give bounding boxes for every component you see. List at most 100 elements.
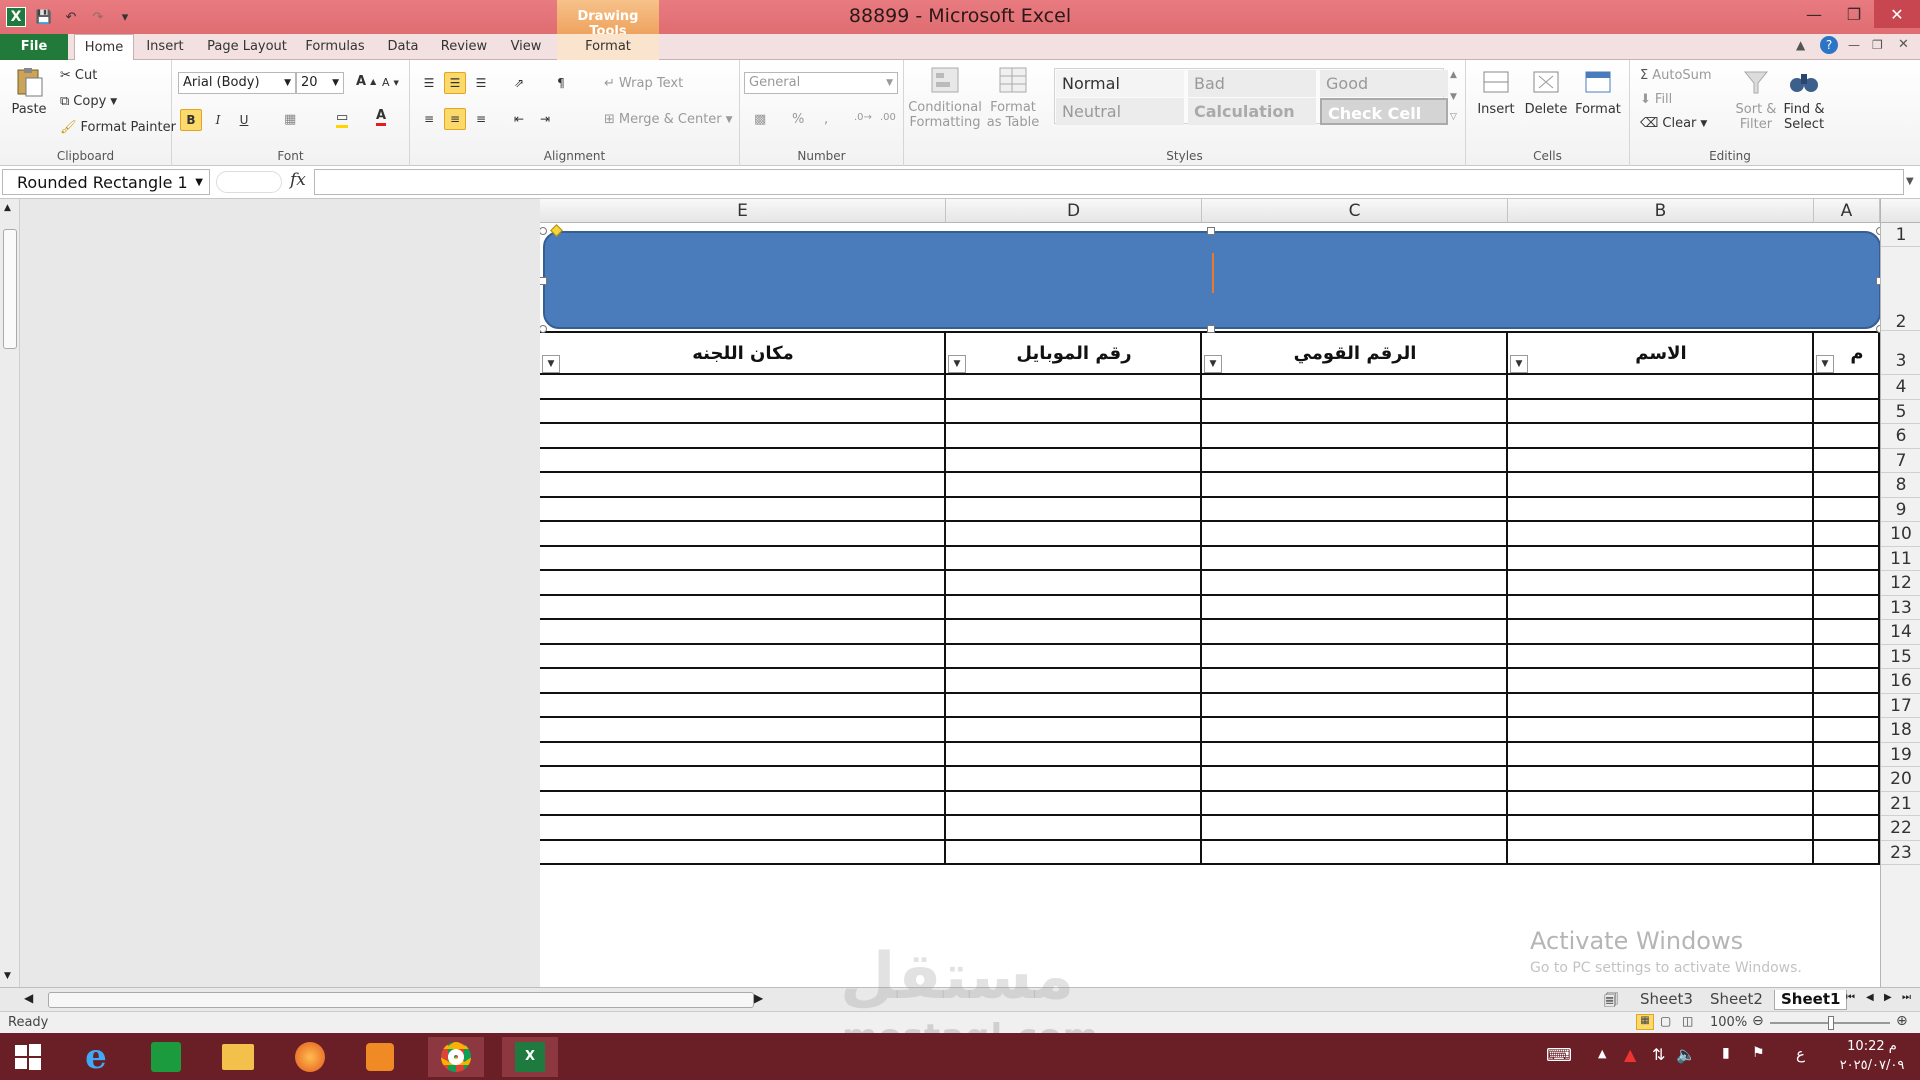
row-number[interactable]: 8 bbox=[1881, 473, 1920, 498]
table-cell[interactable] bbox=[540, 399, 946, 424]
prev-sheet-icon[interactable]: ◀ bbox=[1866, 992, 1874, 1003]
row-number[interactable]: 4 bbox=[1881, 375, 1920, 400]
decrease-decimal-icon[interactable]: .00 bbox=[880, 112, 896, 123]
zoom-slider-thumb[interactable] bbox=[1828, 1016, 1834, 1030]
shrink-font-icon[interactable]: A ▼ bbox=[382, 76, 399, 89]
workbook-minimize-icon[interactable]: — bbox=[1848, 38, 1860, 52]
table-cell[interactable] bbox=[1814, 497, 1880, 522]
grow-font-icon[interactable]: A ▲ bbox=[356, 74, 376, 89]
start-button[interactable] bbox=[0, 1037, 56, 1077]
table-cell[interactable] bbox=[1202, 448, 1508, 473]
format-as-table-button[interactable]: Format as Table bbox=[984, 64, 1042, 130]
table-cell[interactable] bbox=[1202, 767, 1508, 792]
zoom-level[interactable]: 100% bbox=[1710, 1015, 1747, 1030]
style-bad[interactable]: Bad bbox=[1188, 70, 1316, 97]
zoom-in-icon[interactable]: ⊕ bbox=[1896, 1013, 1908, 1029]
table-cell[interactable] bbox=[946, 816, 1202, 841]
table-cell[interactable] bbox=[540, 840, 946, 865]
table-cell[interactable] bbox=[1508, 791, 1814, 816]
first-sheet-icon[interactable]: ⏮ bbox=[1846, 992, 1855, 1003]
table-cell[interactable] bbox=[946, 546, 1202, 571]
table-cell[interactable] bbox=[1202, 816, 1508, 841]
adobe-icon[interactable]: ▲ bbox=[1624, 1045, 1636, 1064]
hscroll-right-icon[interactable]: ▶ bbox=[754, 991, 763, 1005]
tab-formulas[interactable]: Formulas bbox=[302, 34, 368, 60]
table-cell[interactable] bbox=[1814, 375, 1880, 400]
file-explorer-icon[interactable] bbox=[210, 1037, 266, 1077]
row-number[interactable]: 5 bbox=[1881, 400, 1920, 424]
table-cell[interactable] bbox=[1508, 669, 1814, 694]
row-number[interactable]: 15 bbox=[1881, 645, 1920, 669]
table-cell[interactable] bbox=[540, 522, 946, 547]
table-cell[interactable] bbox=[1202, 473, 1508, 498]
column-header-d[interactable]: D bbox=[946, 199, 1202, 223]
rtl-direction-icon[interactable]: ¶ bbox=[550, 72, 572, 94]
align-left-icon[interactable]: ≡ bbox=[418, 108, 440, 130]
table-cell[interactable] bbox=[540, 424, 946, 449]
table-cell[interactable] bbox=[1814, 840, 1880, 865]
table-cell[interactable] bbox=[946, 767, 1202, 792]
table-cell[interactable] bbox=[946, 522, 1202, 547]
table-cell[interactable] bbox=[946, 399, 1202, 424]
table-cell[interactable] bbox=[1202, 791, 1508, 816]
table-cell[interactable] bbox=[1814, 448, 1880, 473]
bold-button[interactable]: B bbox=[180, 109, 202, 131]
table-cell[interactable] bbox=[1814, 571, 1880, 596]
column-header-c[interactable]: C bbox=[1202, 199, 1508, 223]
table-cell[interactable] bbox=[1814, 522, 1880, 547]
table-cell[interactable] bbox=[946, 571, 1202, 596]
tab-format[interactable]: Format bbox=[557, 34, 659, 60]
table-cell[interactable] bbox=[540, 742, 946, 767]
row-number[interactable]: 1 bbox=[1881, 223, 1920, 247]
table-cell[interactable] bbox=[1508, 375, 1814, 400]
table-cell[interactable] bbox=[946, 595, 1202, 620]
table-cell[interactable] bbox=[1508, 497, 1814, 522]
last-sheet-icon[interactable]: ⏭ bbox=[1902, 992, 1911, 1003]
tab-insert[interactable]: Insert bbox=[140, 34, 190, 60]
row-number[interactable]: 16 bbox=[1881, 669, 1920, 694]
network-icon[interactable]: ⇅ bbox=[1652, 1045, 1665, 1064]
row-number[interactable]: 3 bbox=[1881, 331, 1920, 375]
decrease-indent-icon[interactable]: ⇤ bbox=[508, 108, 530, 130]
table-cell[interactable] bbox=[1508, 840, 1814, 865]
autosum-button[interactable]: Σ AutoSum bbox=[1640, 68, 1712, 83]
table-cell[interactable] bbox=[1508, 522, 1814, 547]
action-center-flag-icon[interactable]: ⚑ bbox=[1752, 1045, 1765, 1061]
underline-button[interactable]: U bbox=[233, 109, 255, 131]
copy-button[interactable]: ⧉ Copy ▼ bbox=[60, 94, 117, 109]
font-size-select[interactable]: 20 ▼ bbox=[296, 72, 344, 94]
increase-indent-icon[interactable]: ⇥ bbox=[534, 108, 556, 130]
row-number[interactable]: 2 bbox=[1881, 247, 1920, 332]
select-all-corner[interactable] bbox=[1881, 199, 1920, 223]
gallery-more-icon[interactable]: ▽ bbox=[1450, 112, 1457, 122]
row-number[interactable]: 10 bbox=[1881, 522, 1920, 547]
row-number[interactable]: 20 bbox=[1881, 767, 1920, 792]
table-cell[interactable] bbox=[1202, 669, 1508, 694]
table-cell[interactable] bbox=[1508, 742, 1814, 767]
table-cell[interactable] bbox=[1202, 546, 1508, 571]
paste-button[interactable]: Paste bbox=[8, 66, 50, 117]
table-cell[interactable] bbox=[946, 497, 1202, 522]
row-number[interactable]: 21 bbox=[1881, 792, 1920, 816]
scroll-down-icon[interactable]: ▼ bbox=[4, 971, 11, 981]
table-cell[interactable] bbox=[1814, 644, 1880, 669]
horizontal-scroll-thumb[interactable] bbox=[48, 992, 754, 1008]
clear-button[interactable]: ⌫ Clear ▼ bbox=[1640, 116, 1707, 131]
format-cells-button[interactable]: Format bbox=[1574, 66, 1622, 117]
collapse-ribbon-icon[interactable]: ▲ bbox=[1796, 38, 1805, 52]
resize-handle[interactable] bbox=[1207, 325, 1215, 333]
worksheet-grid[interactable]: E D C B A مكان اللجنه ▼ رقم الموبايل ▼ ا… bbox=[540, 199, 1880, 989]
internet-explorer-icon[interactable]: e bbox=[68, 1037, 124, 1077]
page-layout-view-icon[interactable]: ▢ bbox=[1660, 1014, 1671, 1028]
vertical-scrollbar[interactable]: ▲ ▼ bbox=[0, 199, 20, 989]
expand-formula-bar-icon[interactable]: ▼ bbox=[1906, 176, 1914, 187]
table-cell[interactable] bbox=[1508, 620, 1814, 645]
table-cell[interactable] bbox=[540, 693, 946, 718]
table-cell[interactable] bbox=[1508, 546, 1814, 571]
table-cell[interactable] bbox=[1508, 424, 1814, 449]
table-cell[interactable] bbox=[1202, 742, 1508, 767]
table-cell[interactable] bbox=[1202, 718, 1508, 743]
keyboard-icon[interactable]: ⌨ bbox=[1546, 1045, 1572, 1066]
font-name-select[interactable]: Arial (Body) ▼ bbox=[178, 72, 296, 94]
gallery-down-icon[interactable]: ▼ bbox=[1450, 92, 1457, 102]
